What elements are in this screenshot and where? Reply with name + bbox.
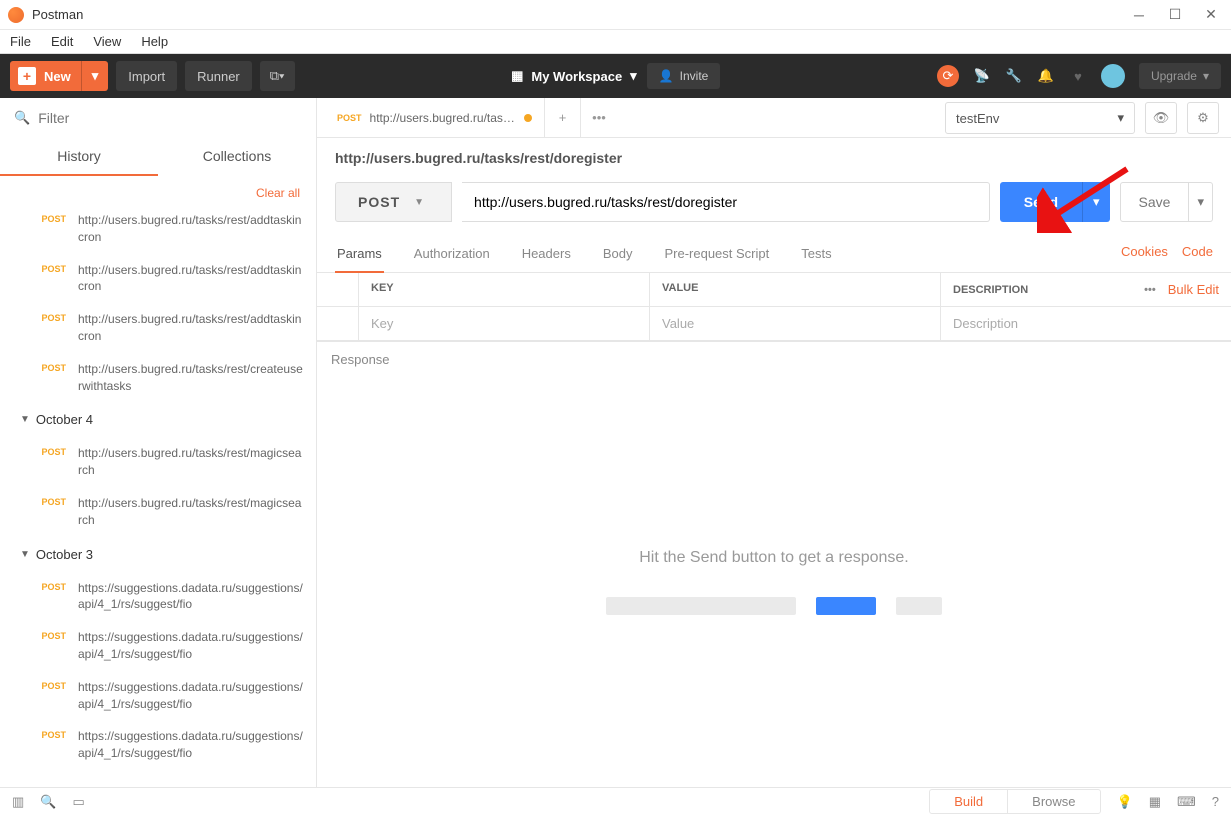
params-value-header: VALUE: [650, 273, 941, 306]
menu-edit[interactable]: Edit: [51, 34, 73, 49]
tab-history[interactable]: History: [0, 138, 158, 176]
avatar[interactable]: [1101, 64, 1125, 88]
sidebar: 🔍 History Collections Clear all POSThttp…: [0, 98, 317, 787]
main-area: testEnv▾ 👁 ⚙ POST http://users.bugred.ru…: [317, 98, 1231, 787]
history-item[interactable]: POSThttp://users.bugred.ru/tasks/rest/cr…: [0, 353, 316, 403]
find-icon[interactable]: 🔍: [40, 794, 56, 810]
code-link[interactable]: Code: [1182, 244, 1213, 259]
app-header: + New ▾ Import Runner ⧉▾ ▦ My Workspace …: [0, 54, 1231, 98]
subtab-tests[interactable]: Tests: [799, 236, 833, 272]
subtab-body[interactable]: Body: [601, 236, 635, 272]
upgrade-button[interactable]: Upgrade▾: [1139, 63, 1221, 89]
settings-icon[interactable]: ⚙: [1187, 102, 1219, 134]
caret-down-icon: ▼: [20, 414, 30, 425]
plus-icon: +: [18, 67, 36, 85]
tab-method-label: POST: [337, 113, 362, 123]
titlebar: Postman ─ ☐ ✕: [0, 0, 1231, 30]
invite-button[interactable]: 👤 Invite: [647, 63, 721, 89]
two-pane-icon[interactable]: ▦: [1149, 794, 1161, 810]
search-icon: 🔍: [14, 110, 30, 126]
open-new-window-button[interactable]: ⧉▾: [260, 61, 295, 91]
menu-view[interactable]: View: [93, 34, 121, 49]
shortcuts-icon[interactable]: ⌨: [1177, 794, 1196, 810]
subtab-headers[interactable]: Headers: [520, 236, 573, 272]
response-placeholder-graphic: [606, 597, 942, 615]
param-key-input[interactable]: Key: [359, 307, 650, 340]
tab-collections[interactable]: Collections: [158, 138, 316, 176]
chevron-down-icon: ▾: [630, 68, 637, 84]
new-button[interactable]: + New ▾: [10, 61, 108, 91]
chevron-down-icon: ▾: [1203, 69, 1209, 83]
params-checkbox-header: [317, 273, 359, 306]
subtab-prerequest[interactable]: Pre-request Script: [662, 236, 771, 272]
params-grid: KEY VALUE DESCRIPTION ••• Bulk Edit Key …: [317, 273, 1231, 341]
minimize-icon[interactable]: ─: [1133, 9, 1145, 21]
heart-icon[interactable]: ♥: [1069, 67, 1087, 85]
history-item[interactable]: POSThttp://users.bugred.ru/tasks/rest/ad…: [0, 303, 316, 353]
save-dropdown[interactable]: ▾: [1189, 182, 1213, 222]
new-dropdown-icon[interactable]: ▾: [81, 61, 109, 91]
subtab-params[interactable]: Params: [335, 236, 384, 273]
sidebar-toggle-icon[interactable]: ▥: [12, 794, 24, 810]
request-tab[interactable]: POST http://users.bugred.ru/tasks/re: [325, 98, 545, 137]
layout-toggle[interactable]: Build Browse: [929, 789, 1100, 814]
tab-title: http://users.bugred.ru/tasks/re: [370, 111, 516, 125]
wrench-icon[interactable]: 🔧: [1005, 67, 1023, 85]
notifications-icon[interactable]: 🔔: [1037, 67, 1055, 85]
import-button[interactable]: Import: [116, 61, 177, 91]
close-icon[interactable]: ✕: [1205, 9, 1217, 21]
grid-icon: ▦: [511, 68, 523, 84]
param-row-checkbox[interactable]: [317, 307, 359, 340]
params-key-header: KEY: [359, 273, 650, 306]
help-icon[interactable]: ?: [1212, 794, 1219, 809]
bulk-edit-link[interactable]: Bulk Edit: [1168, 282, 1219, 297]
environment-select[interactable]: testEnv▾: [945, 102, 1135, 134]
add-tab-button[interactable]: +: [545, 98, 581, 137]
cookies-link[interactable]: Cookies: [1121, 244, 1168, 259]
quicklook-icon[interactable]: 👁: [1145, 102, 1177, 134]
history-item[interactable]: POSThttps://suggestions.dadata.ru/sugges…: [0, 671, 316, 721]
history-item[interactable]: POSThttp://users.bugred.ru/tasks/rest/ma…: [0, 437, 316, 487]
param-value-input[interactable]: Value: [650, 307, 941, 340]
chevron-down-icon: ▼: [414, 197, 425, 208]
history-item[interactable]: POSThttp://users.bugred.ru/tasks/rest/ad…: [0, 254, 316, 304]
method-select[interactable]: POST▼: [335, 182, 452, 222]
satellite-icon[interactable]: 📡: [973, 67, 991, 85]
annotation-arrow-icon: [1037, 163, 1137, 236]
menu-file[interactable]: File: [10, 34, 31, 49]
console-icon[interactable]: ▭: [72, 794, 84, 810]
person-add-icon: 👤: [659, 69, 674, 83]
url-input[interactable]: [462, 182, 990, 222]
runner-button[interactable]: Runner: [185, 61, 252, 91]
caret-down-icon: ▼: [20, 549, 30, 560]
workspace-selector[interactable]: ▦ My Workspace ▾: [511, 68, 637, 84]
subtab-authorization[interactable]: Authorization: [412, 236, 492, 272]
statusbar: ▥ 🔍 ▭ Build Browse 💡 ▦ ⌨ ?: [0, 787, 1231, 815]
history-date[interactable]: ▼October 4: [0, 402, 316, 437]
bootcamp-icon[interactable]: 💡: [1117, 794, 1133, 810]
params-desc-header: DESCRIPTION ••• Bulk Edit: [941, 273, 1231, 306]
param-desc-input[interactable]: Description: [941, 307, 1231, 340]
history-item[interactable]: POSThttp://users.bugred.ru/tasks/rest/ad…: [0, 204, 316, 254]
unsaved-dot-icon: [524, 114, 532, 122]
history-item[interactable]: POSThttps://suggestions.dadata.ru/sugges…: [0, 720, 316, 770]
menubar: File Edit View Help: [0, 30, 1231, 54]
response-label: Response: [317, 342, 1231, 377]
menu-help[interactable]: Help: [141, 34, 168, 49]
clear-all-link[interactable]: Clear all: [0, 176, 316, 204]
postman-logo-icon: [8, 7, 24, 23]
filter-input[interactable]: [38, 110, 302, 126]
history-date[interactable]: ▼October 3: [0, 537, 316, 572]
maximize-icon[interactable]: ☐: [1169, 9, 1181, 21]
more-icon[interactable]: •••: [1144, 284, 1156, 296]
history-item[interactable]: POSThttp://users.bugred.ru/tasks/rest/ma…: [0, 487, 316, 537]
history-item[interactable]: POSThttps://suggestions.dadata.ru/sugges…: [0, 621, 316, 671]
tab-options-button[interactable]: •••: [581, 98, 617, 137]
chevron-down-icon: ▾: [1117, 110, 1124, 126]
response-hint: Hit the Send button to get a response.: [639, 549, 909, 567]
sync-icon[interactable]: ⟳: [937, 65, 959, 87]
history-item[interactable]: POSThttps://suggestions.dadata.ru/sugges…: [0, 572, 316, 622]
window-title: Postman: [32, 7, 1133, 22]
